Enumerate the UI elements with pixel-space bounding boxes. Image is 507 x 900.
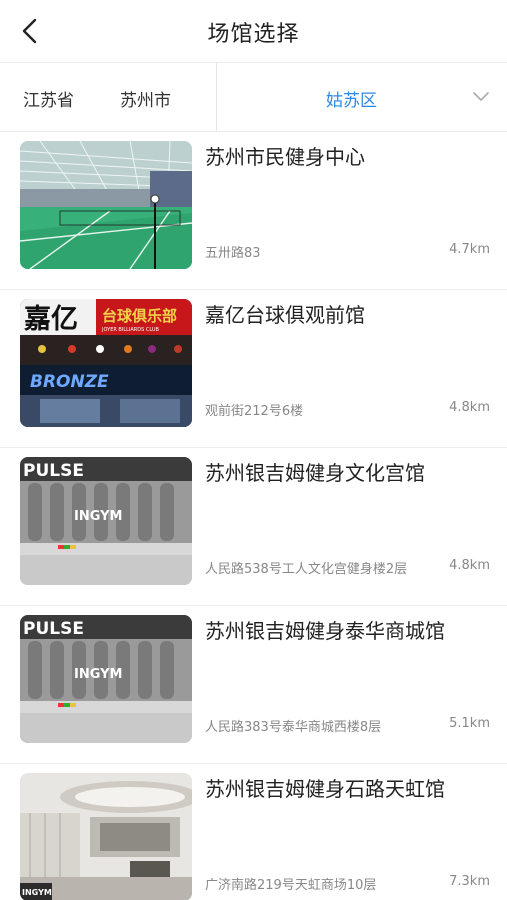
venue-list: 苏州市民健身中心 五卅路83 4.7km 嘉亿 台球俱乐部 JOYER BILL… — [0, 132, 507, 900]
venue-address: 观前街212号6楼 — [205, 404, 304, 419]
venue-card[interactable]: PULSE INGYM 苏州银吉姆健身文化宫馆 人民路538号工人文化宫健身楼2… — [0, 448, 507, 606]
logo-text: 嘉亿 — [24, 304, 78, 335]
gym-interior-photo: PULSE INGYM — [20, 457, 192, 585]
gym-wall-text: INGYM — [74, 509, 122, 524]
gym-interior-photo: PULSE INGYM — [20, 615, 192, 743]
chevron-down-icon[interactable] — [472, 89, 490, 103]
venue-address: 五卅路83 — [205, 246, 261, 261]
region-divider — [216, 63, 217, 131]
venue-name: 嘉亿台球俱观前馆 — [205, 303, 365, 327]
venue-card[interactable]: INGYM 苏州银吉姆健身石路天虹馆 广济南路219号天虹商场10层 7.3km — [0, 764, 507, 900]
city-selector[interactable]: 苏州市 — [120, 86, 171, 111]
venue-image — [20, 141, 192, 269]
gym-wall-text: INGYM — [74, 667, 122, 682]
venue-image: INGYM — [20, 773, 192, 900]
venue-distance: 4.7km — [449, 242, 490, 257]
billiards-club-storefront-photo: 嘉亿 台球俱乐部 JOYER BILLIARDS CLUB BRONZE — [20, 299, 192, 427]
venue-distance: 5.1km — [449, 716, 490, 731]
venue-select-screen: 场馆选择 江苏省 苏州市 姑苏区 苏州市民健身中心 五卅路83 4.7km 嘉亿… — [0, 0, 507, 900]
venue-distance: 7.3km — [449, 874, 490, 889]
venue-image: PULSE INGYM — [20, 615, 192, 743]
venue-image: PULSE INGYM — [20, 457, 192, 585]
venue-address: 人民路538号工人文化宫健身楼2层 — [205, 562, 408, 577]
venue-distance: 4.8km — [449, 400, 490, 415]
gym-brand-text: PULSE — [23, 461, 84, 481]
venue-name: 苏州市民健身中心 — [205, 145, 365, 169]
venue-card[interactable]: PULSE INGYM 苏州银吉姆健身泰华商城馆 人民路383号泰华商城西楼8层… — [0, 606, 507, 764]
header: 场馆选择 — [0, 0, 507, 62]
province-selector[interactable]: 江苏省 — [23, 86, 74, 111]
gym-lobby-photo: INGYM — [20, 773, 192, 900]
venue-address: 人民路383号泰华商城西楼8层 — [205, 720, 382, 735]
gym-brand-text: PULSE — [23, 619, 84, 639]
region-selector: 江苏省 苏州市 姑苏区 — [0, 62, 507, 132]
page-title: 场馆选择 — [207, 22, 300, 47]
gym-wall-text: INGYM — [22, 888, 52, 897]
venue-name: 苏州银吉姆健身文化宫馆 — [205, 461, 425, 485]
venue-address: 广济南路219号天虹商场10层 — [205, 878, 377, 893]
sign-text: 台球俱乐部 — [102, 307, 177, 325]
badminton-court-photo — [20, 141, 192, 269]
district-selector[interactable]: 姑苏区 — [326, 86, 377, 111]
venue-name: 苏州银吉姆健身石路天虹馆 — [205, 777, 445, 801]
sign-subtext: JOYER BILLIARDS CLUB — [101, 327, 160, 333]
venue-distance: 4.8km — [449, 558, 490, 573]
venue-card[interactable]: 苏州市民健身中心 五卅路83 4.7km — [0, 132, 507, 290]
venue-card[interactable]: 嘉亿 台球俱乐部 JOYER BILLIARDS CLUB BRONZE 嘉亿台… — [0, 290, 507, 448]
venue-name: 苏州银吉姆健身泰华商城馆 — [205, 619, 445, 643]
venue-image: 嘉亿 台球俱乐部 JOYER BILLIARDS CLUB BRONZE — [20, 299, 192, 427]
neon-sign-text: BRONZE — [30, 372, 109, 392]
